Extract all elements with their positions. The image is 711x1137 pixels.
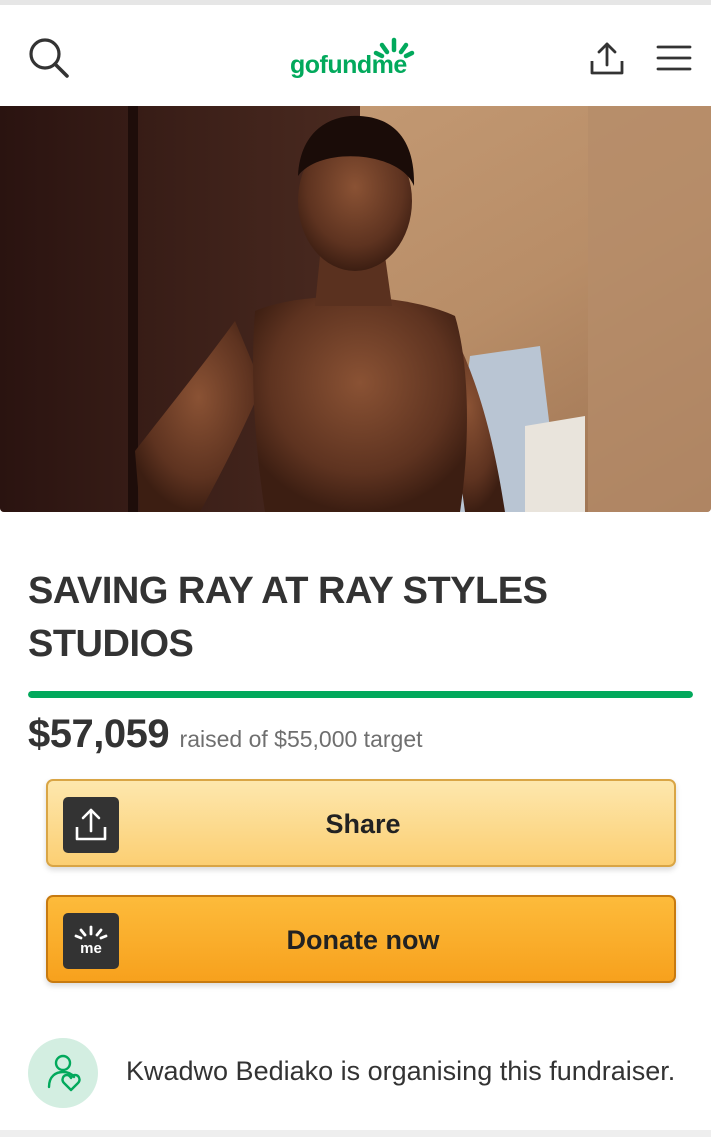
share-button[interactable]: Share — [46, 779, 676, 867]
donate-button-label: Donate now — [286, 925, 440, 955]
organiser-row[interactable]: Kwadwo Bediako is organising this fundra… — [28, 1038, 708, 1108]
raised-amount: $57,059 — [28, 712, 170, 756]
raised-target-text: raised of $55,000 target — [179, 726, 423, 752]
progress-bar — [28, 691, 693, 698]
organiser-text: Kwadwo Bediako is organising this fundra… — [126, 1056, 676, 1086]
header-share-button[interactable] — [584, 35, 630, 81]
amount-raised: $57,059 raised of $55,000 target — [28, 712, 423, 757]
campaign-hero-image[interactable] — [0, 106, 711, 512]
user-heart-icon — [47, 1054, 81, 1092]
gofundme-logo[interactable]: gofundme — [290, 35, 430, 81]
share-button-label: Share — [325, 809, 401, 839]
search-icon — [29, 38, 69, 78]
donate-button[interactable]: me Donate now — [46, 895, 676, 983]
search-button[interactable] — [26, 35, 72, 81]
menu-icon — [656, 45, 692, 71]
brand-wordmark: gofundme — [290, 51, 407, 79]
share-icon — [590, 42, 624, 75]
site-header: gofundme — [0, 5, 711, 105]
organiser-avatar — [28, 1038, 98, 1108]
bottom-divider — [0, 1130, 711, 1137]
progress-fill — [28, 691, 693, 698]
menu-button[interactable] — [652, 35, 698, 81]
campaign-title: SAVING RAY AT RAY STYLES STUDIOS — [28, 570, 548, 665]
